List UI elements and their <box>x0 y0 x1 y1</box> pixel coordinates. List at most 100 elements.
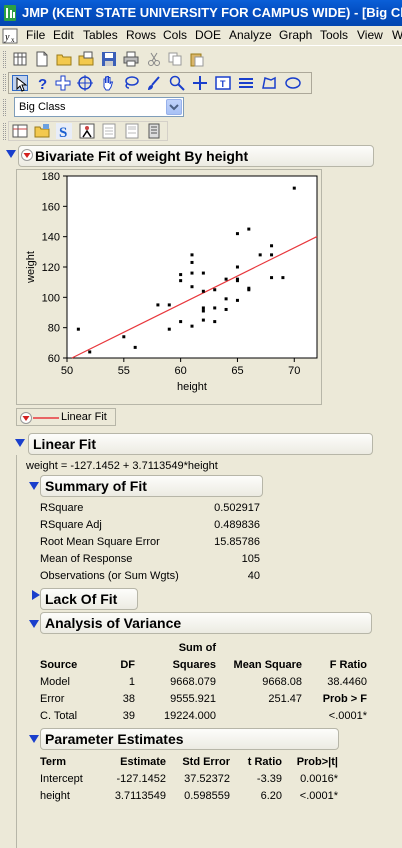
data-point <box>224 297 228 301</box>
svg-text:?: ? <box>38 76 47 91</box>
parameter-estimates-header[interactable]: Parameter Estimates <box>40 728 339 750</box>
open-folder-icon[interactable] <box>56 51 72 67</box>
disclosure-triangle-icon[interactable] <box>29 482 39 490</box>
jmp-app-icon <box>4 5 16 21</box>
data-point <box>122 335 126 339</box>
window-title: JMP (KENT STATE UNIVERSITY FOR CAMPUS WI… <box>22 5 402 20</box>
anova-ss-error: 9555.921 <box>170 693 216 705</box>
anova-df-ctotal: 39 <box>122 710 135 722</box>
toolbar-grip[interactable] <box>3 123 6 140</box>
data-point <box>235 298 239 302</box>
data-point <box>133 345 137 349</box>
x-tick-label: 50 <box>61 365 73 377</box>
red-triangle-menu-icon[interactable] <box>21 149 33 161</box>
arrow-tool-icon[interactable] <box>12 75 28 92</box>
crosshair-tool-icon[interactable] <box>77 75 93 91</box>
data-point <box>270 276 274 280</box>
lasso-tool-icon[interactable] <box>123 75 139 91</box>
magnifier-tool-icon[interactable] <box>169 75 185 91</box>
menu-rows[interactable]: Rows <box>126 28 156 43</box>
params-t-ratio-height: 6.20 <box>260 790 282 802</box>
document-icon[interactable]: y x <box>2 28 18 44</box>
journal-icon[interactable] <box>101 123 117 139</box>
summary-label-rsquare-adj: RSquare Adj <box>40 519 102 531</box>
polygon-tool-icon[interactable] <box>261 75 277 91</box>
layout-icon[interactable] <box>124 123 140 139</box>
chevron-down-icon[interactable] <box>166 99 182 115</box>
anova-df-error: 38 <box>122 693 135 705</box>
help-tool-icon[interactable]: ? <box>34 75 50 91</box>
data-point <box>235 265 239 269</box>
menu-doe[interactable]: DOE <box>195 28 221 43</box>
disclosure-triangle-icon[interactable] <box>29 735 39 743</box>
lack-of-fit-header[interactable]: Lack Of Fit <box>40 588 138 610</box>
data-table-select[interactable]: Big Class <box>14 97 184 117</box>
anova-header[interactable]: Analysis of Variance <box>40 612 372 634</box>
menu-tables[interactable]: Tables <box>83 28 118 43</box>
data-point <box>201 306 205 310</box>
linear-fit-title: Linear Fit <box>33 436 97 452</box>
new-script-icon[interactable] <box>34 51 50 67</box>
copy-icon[interactable] <box>167 51 183 67</box>
x-axis-label: height <box>177 381 207 393</box>
linear-fit-header[interactable]: Linear Fit <box>28 433 373 455</box>
menu-cols[interactable]: Cols <box>163 28 187 43</box>
selection-tool-icon[interactable] <box>55 75 71 91</box>
sas-icon[interactable]: S <box>56 123 72 139</box>
summary-label-observations: Observations (or Sum Wgts) <box>40 570 179 582</box>
data-grid-icon[interactable] <box>12 123 28 139</box>
scatter-plot-frame: 60 80 100 120 140 160 180 50 55 60 65 70 height weigh… <box>16 169 322 405</box>
new-data-table-icon[interactable] <box>12 51 28 67</box>
summary-of-fit-header[interactable]: Summary of Fit <box>40 475 263 497</box>
crosshairs-plus-icon[interactable] <box>192 75 208 91</box>
data-point <box>167 327 171 331</box>
script-runner-icon[interactable] <box>79 123 95 139</box>
linear-fit-panel-edge <box>16 455 17 848</box>
disclosure-triangle-icon[interactable] <box>29 620 39 628</box>
anova-f-model: 38.4460 <box>327 676 367 688</box>
summary-of-fit-title: Summary of Fit <box>45 478 147 494</box>
data-point <box>190 285 194 289</box>
toolbar-grip[interactable] <box>3 74 6 91</box>
data-point <box>270 253 274 257</box>
menu-file[interactable]: File <box>26 28 45 43</box>
menu-analyze[interactable]: Analyze <box>229 28 272 43</box>
anova-header-df: DF <box>120 659 135 671</box>
menu-window[interactable]: W <box>392 28 402 43</box>
params-std-error-intercept: 37.52372 <box>184 773 230 785</box>
annotate-tool-icon[interactable]: T <box>215 75 231 91</box>
paste-icon[interactable] <box>189 51 205 67</box>
project-folder-icon[interactable] <box>34 123 50 139</box>
toolbar-grip[interactable] <box>3 51 6 68</box>
line-tool-icon[interactable] <box>238 75 254 91</box>
anova-source-ctotal: C. Total <box>40 710 78 722</box>
menu-tools[interactable]: Tools <box>320 28 348 43</box>
summary-value-mean: 105 <box>241 553 260 565</box>
menu-graph[interactable]: Graph <box>279 28 312 43</box>
red-triangle-menu-icon[interactable] <box>20 412 32 424</box>
anova-df-model: 1 <box>128 676 135 688</box>
save-icon[interactable] <box>101 51 117 67</box>
data-point <box>235 232 239 236</box>
fit-legend[interactable]: Linear Fit <box>16 408 116 426</box>
brush-tool-icon[interactable] <box>146 75 162 91</box>
print-icon[interactable] <box>123 51 139 67</box>
oval-tool-icon[interactable] <box>285 75 301 91</box>
params-estimate-height: 3.7113549 <box>114 790 166 802</box>
data-point <box>247 286 251 290</box>
menu-edit[interactable]: Edit <box>53 28 74 43</box>
log-icon[interactable] <box>146 123 162 139</box>
grabber-tool-icon[interactable] <box>100 75 116 91</box>
data-point <box>247 227 251 231</box>
bivariate-header[interactable]: Bivariate Fit of weight By height <box>18 145 374 167</box>
disclosure-triangle-closed-icon[interactable] <box>32 590 40 600</box>
svg-text:x: x <box>11 36 15 44</box>
open-data-icon[interactable] <box>78 51 94 67</box>
toolbar-grip[interactable] <box>3 99 6 116</box>
menu-view[interactable]: View <box>357 28 383 43</box>
disclosure-triangle-icon[interactable] <box>6 150 16 158</box>
disclosure-triangle-icon[interactable] <box>15 439 25 447</box>
scatter-plot[interactable]: 60 80 100 120 140 160 180 50 55 60 65 70 height weigh… <box>17 170 321 404</box>
cut-icon[interactable] <box>146 51 162 67</box>
legend-label: Linear Fit <box>61 411 107 423</box>
